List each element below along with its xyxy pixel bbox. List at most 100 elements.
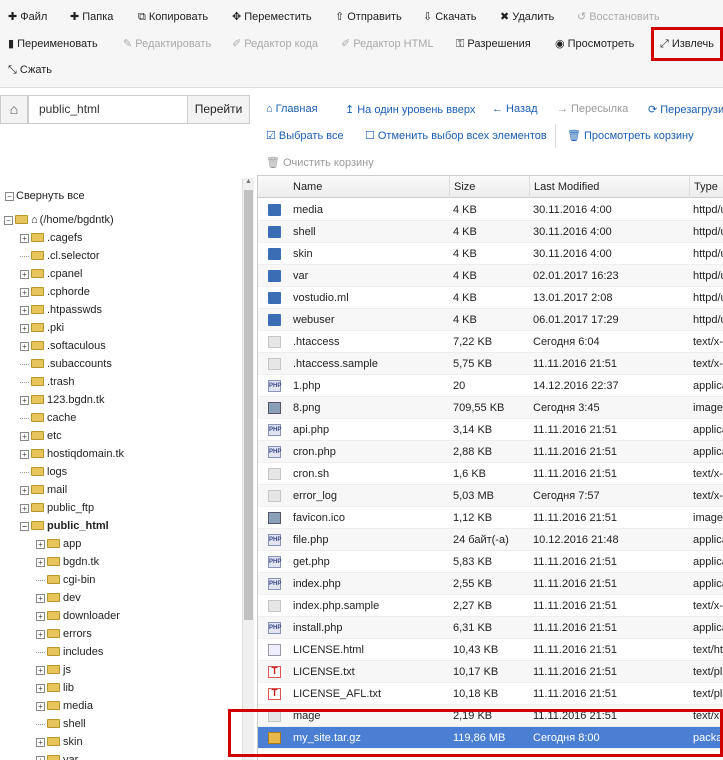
tree-item[interactable]: + .cpanel — [20, 265, 82, 283]
tree-item[interactable]: + downloader — [36, 607, 120, 625]
column-type[interactable]: Type — [689, 176, 723, 198]
expand-icon[interactable]: + — [20, 395, 29, 405]
table-row[interactable]: cron.sh 1,6 KB 11.11.2016 21:51 text/x-gene… — [258, 463, 723, 485]
tree-item[interactable]: + .cagefs — [20, 229, 82, 247]
tree-item[interactable]: + media — [36, 697, 93, 715]
expand-icon[interactable]: + — [20, 485, 29, 495]
upload-button[interactable]: ⇧ Отправить — [335, 8, 402, 26]
new-folder-button[interactable]: ✚ Папка — [70, 8, 113, 26]
table-row[interactable]: PHP file.php 24 байт(-а) 10.12.2016 21:48 ap… — [258, 529, 723, 551]
table-row[interactable]: skin 4 KB 30.11.2016 4:00 httpd/unix-direct… — [258, 243, 723, 265]
table-row[interactable]: media 4 KB 30.11.2016 4:00 httpd/unix-direc… — [258, 199, 723, 221]
tree-item[interactable]: + var — [36, 751, 78, 760]
tree-item[interactable]: + app — [36, 535, 81, 553]
tree-item[interactable]: + bgdn.tk — [36, 553, 99, 571]
expand-icon[interactable]: + — [36, 611, 45, 621]
tree-item[interactable]: + skin — [36, 733, 83, 751]
table-row[interactable]: .htaccess.sample 5,75 KB 11.11.2016 21:51 t… — [258, 353, 723, 375]
table-row[interactable]: .htaccess 7,22 KB Сегодня 6:04 text/x-gener… — [258, 331, 723, 353]
tree-scrollbar[interactable]: ▲ — [242, 178, 254, 760]
tree-item[interactable]: .subaccounts — [20, 355, 112, 373]
compress-button[interactable]: ⤡ Сжать — [8, 61, 52, 79]
scrollbar-thumb[interactable] — [244, 190, 253, 620]
table-row[interactable]: webuser 4 KB 06.01.2017 17:29 httpd/unix-di… — [258, 309, 723, 331]
table-row[interactable]: PHP api.php 3,14 KB 11.11.2016 21:51 applica… — [258, 419, 723, 441]
table-row[interactable]: PHP 1.php 20 14.12.2016 22:37 application/x-… — [258, 375, 723, 397]
tree-item[interactable]: + dev — [36, 589, 81, 607]
permissions-button[interactable]: ⚿ Разрешения — [456, 35, 531, 53]
tree-item[interactable]: shell — [36, 715, 86, 733]
expand-icon[interactable]: + — [20, 323, 29, 333]
expand-icon[interactable]: + — [36, 665, 45, 675]
tree-item[interactable]: + .softaculous — [20, 337, 106, 355]
expand-icon[interactable]: + — [36, 737, 45, 747]
table-row[interactable]: var 4 KB 02.01.2017 16:23 httpd/unix-direct… — [258, 265, 723, 287]
expand-icon[interactable]: + — [20, 269, 29, 279]
tree-item[interactable]: + etc — [20, 427, 62, 445]
tree-item[interactable]: cache — [20, 409, 76, 427]
table-row[interactable]: shell 4 KB 30.11.2016 4:00 httpd/unix-direc… — [258, 221, 723, 243]
deselect-all-link[interactable]: ☐ Отменить выбор всех элементов — [365, 129, 547, 142]
expand-icon[interactable]: + — [36, 701, 45, 711]
collapse-icon[interactable]: − — [20, 521, 29, 531]
select-all-link[interactable]: ☑ Выбрать все — [266, 129, 344, 142]
tree-item[interactable]: − public_html — [20, 517, 109, 535]
tree-item[interactable]: + js — [36, 661, 71, 679]
copy-button[interactable]: ⧉ Копировать — [138, 8, 208, 26]
table-row[interactable]: error_log 5,03 MB Сегодня 7:57 text/x-gener… — [258, 485, 723, 507]
expand-icon[interactable]: + — [36, 593, 45, 603]
tree-item[interactable]: + mail — [20, 481, 67, 499]
html-editor-button[interactable]: ✐ Редактор HTML — [341, 35, 434, 53]
expand-icon[interactable]: + — [20, 233, 29, 243]
table-row[interactable]: vostudio.ml 4 KB 13.01.2017 2:08 httpd/unix… — [258, 287, 723, 309]
table-row[interactable]: PHP get.php 5,83 KB 11.11.2016 21:51 applica… — [258, 551, 723, 573]
home-icon-button[interactable]: ⌂ — [0, 95, 28, 124]
edit-button[interactable]: ✎ Редактировать — [123, 35, 211, 53]
tree-item[interactable]: cgi-bin — [36, 571, 95, 589]
tree-item[interactable]: includes — [36, 643, 103, 661]
column-name[interactable]: Name — [289, 176, 449, 198]
tree-item[interactable]: − ⌂ (/home/bgdntk) — [4, 211, 114, 229]
tree-item[interactable]: + hostiqdomain.tk — [20, 445, 124, 463]
table-row[interactable]: T LICENSE_AFL.txt 10,18 KB 11.11.2016 21:51… — [258, 683, 723, 705]
tree-item[interactable]: +123.bgdn.tk — [20, 391, 105, 409]
up-one-level-link[interactable]: ↥ На один уровень вверх — [345, 103, 475, 116]
tree-item[interactable]: + .pki — [20, 319, 64, 337]
forward-link[interactable]: → Пересылка — [557, 103, 628, 115]
table-row[interactable]: favicon.ico 1,12 KB 11.11.2016 21:51 image/… — [258, 507, 723, 529]
path-input[interactable]: public_html — [28, 95, 188, 124]
expand-icon[interactable]: + — [20, 341, 29, 351]
table-row[interactable]: 8.png 709,55 KB Сегодня 3:45 image/x-generi… — [258, 397, 723, 419]
rename-button[interactable]: ▮ Переименовать — [8, 35, 98, 53]
column-last-modified[interactable]: Last Modified — [529, 176, 689, 198]
tree-item[interactable]: + errors — [36, 625, 92, 643]
expand-icon[interactable]: + — [20, 503, 29, 513]
view-trash-link[interactable]: 🗑 Просмотреть корзину — [567, 129, 694, 142]
collapse-icon[interactable]: − — [4, 215, 13, 225]
tree-item[interactable]: logs — [20, 463, 67, 481]
table-row[interactable]: PHP install.php 6,31 KB 11.11.2016 21:51 app… — [258, 617, 723, 639]
tree-item[interactable]: + .htpasswds — [20, 301, 102, 319]
expand-icon[interactable]: + — [36, 683, 45, 693]
tree-item[interactable]: .trash — [20, 373, 75, 391]
table-row[interactable]: PHP index.php 2,55 KB 11.11.2016 21:51 appli… — [258, 573, 723, 595]
empty-trash-link[interactable]: 🗑 Очистить корзину — [266, 156, 374, 169]
code-editor-button[interactable]: ✐ Редактор кода — [232, 35, 318, 53]
reload-link[interactable]: ⟳Перезагрузить — [648, 103, 723, 116]
table-row[interactable]: PHP cron.php 2,88 KB 11.11.2016 21:51 applic… — [258, 441, 723, 463]
download-button[interactable]: ⇩ Скачать — [423, 8, 476, 26]
expand-icon[interactable]: + — [36, 755, 45, 760]
column-size[interactable]: Size — [449, 176, 529, 198]
expand-icon[interactable]: + — [20, 305, 29, 315]
tree-item[interactable]: + .cphorde — [20, 283, 90, 301]
view-button[interactable]: ◉ Просмотреть — [555, 35, 634, 53]
expand-icon[interactable]: + — [20, 431, 29, 441]
move-button[interactable]: ✥ Переместить — [232, 8, 312, 26]
expand-icon[interactable]: + — [36, 539, 45, 549]
restore-button[interactable]: ↺ Восстановить — [577, 8, 660, 26]
tree-item[interactable]: .cl.selector — [20, 247, 100, 265]
expand-icon[interactable]: + — [36, 629, 45, 639]
table-row[interactable]: LICENSE.html 10,43 KB 11.11.2016 21:51 text… — [258, 639, 723, 661]
table-row[interactable]: T LICENSE.txt 10,17 KB 11.11.2016 21:51 text… — [258, 661, 723, 683]
expand-icon[interactable]: + — [20, 449, 29, 459]
